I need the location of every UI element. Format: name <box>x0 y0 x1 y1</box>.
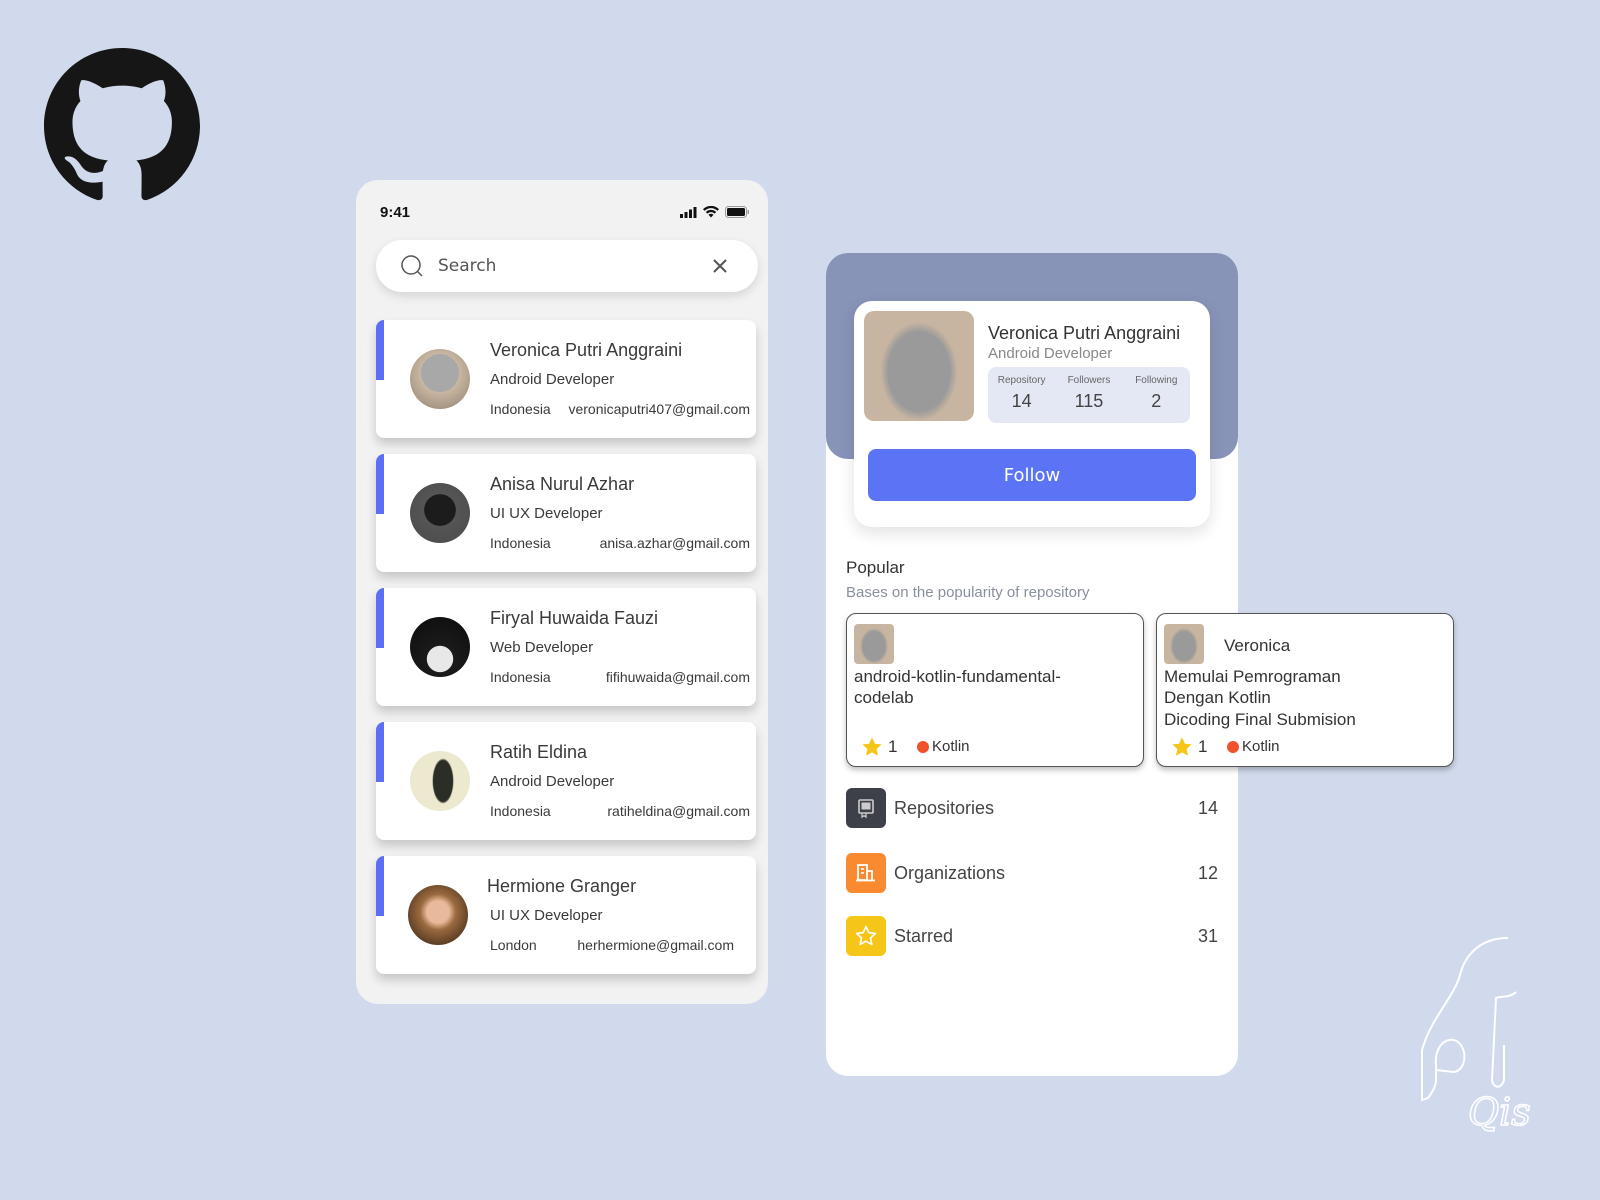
avatar <box>410 483 470 543</box>
user-list-item[interactable]: Hermione Granger UI UX Developer London … <box>376 856 756 974</box>
star-icon <box>862 737 882 756</box>
battery-icon <box>725 206 749 218</box>
stat-value: 14 <box>1011 391 1032 411</box>
menu-label: Repositories <box>894 798 995 818</box>
accent-bar <box>376 856 384 916</box>
repo-title: android-kotlin-fundamental-codelab <box>854 667 1061 707</box>
user-country: London <box>490 937 537 953</box>
signal-icon <box>680 206 697 218</box>
user-country: Indonesia <box>490 803 551 819</box>
stat-repository[interactable]: Repository 14 <box>988 367 1055 423</box>
popular-title: Popular <box>846 558 905 577</box>
language-dot-icon <box>917 740 929 753</box>
user-email: anisa.azhar@gmail.com <box>599 535 750 551</box>
stat-value: 2 <box>1151 391 1162 411</box>
search-bar <box>376 240 758 292</box>
avatar <box>410 751 470 811</box>
menu-label: Organizations <box>894 863 1006 883</box>
signature-logo-icon: Qis <box>1421 937 1532 1135</box>
user-role: Android Developer <box>490 371 615 388</box>
repo-card[interactable]: android-kotlin-fundamental-codelab 1 Kot… <box>846 613 1144 767</box>
user-country: Indonesia <box>490 401 551 417</box>
menu-item-repositories[interactable]: Repositories 14 <box>846 788 1218 828</box>
user-country: Indonesia <box>490 535 551 551</box>
user-name: Hermione Granger <box>487 876 637 896</box>
search-icon[interactable] <box>400 254 424 278</box>
stat-followers[interactable]: Followers 115 <box>1056 367 1123 423</box>
user-name: Firyal Huwaida Fauzi <box>490 608 659 628</box>
user-country: Indonesia <box>490 669 551 685</box>
popular-subtitle: Bases on the popularity of repository <box>846 584 1090 601</box>
star-icon <box>846 916 886 956</box>
follow-button[interactable]: Follow <box>868 449 1196 501</box>
repo-description: Dicoding Final Submision <box>1164 710 1356 729</box>
user-email: veronicaputri407@gmail.com <box>568 401 750 417</box>
language-label: Kotlin <box>932 738 970 755</box>
user-name: Anisa Nurul Azhar <box>490 474 635 494</box>
stat-label: Followers <box>1067 375 1111 386</box>
star-count: 1 <box>1198 737 1208 756</box>
user-list-item[interactable]: Veronica Putri Anggraini Android Develop… <box>376 320 756 438</box>
stats-box: Repository 14 Followers 115 Following 2 <box>988 367 1190 423</box>
menu-count: 14 <box>1197 798 1218 818</box>
user-email: fifihuwaida@gmail.com <box>605 669 750 685</box>
user-role: UI UX Developer <box>490 505 603 522</box>
close-icon[interactable] <box>710 256 730 276</box>
user-email: ratiheldina@gmail.com <box>607 803 750 819</box>
star-count: 1 <box>888 737 898 756</box>
profile-role: Android Developer <box>988 345 1113 362</box>
stat-label: Repository <box>997 375 1046 386</box>
profile-screen: Veronica Putri Anggraini Android Develop… <box>826 253 1454 1076</box>
repo-owner-avatar <box>1164 624 1204 664</box>
repo-card[interactable]: Veronica Memulai Pemrograman Dengan Kotl… <box>1156 613 1454 767</box>
profile-name: Veronica Putri Anggraini <box>988 323 1181 343</box>
github-logo-icon <box>44 48 200 201</box>
repo-stars: 1 <box>861 736 897 758</box>
user-list-item[interactable]: Ratih Eldina Android Developer Indonesia… <box>376 722 756 840</box>
user-email: herhermione@gmail.com <box>577 937 734 953</box>
repo-title: Memulai Pemrograman Dengan Kotlin <box>1164 667 1341 707</box>
stat-label: Following <box>1135 375 1178 386</box>
menu-item-organizations[interactable]: Organizations 12 <box>846 853 1218 893</box>
avatar <box>408 885 468 945</box>
menu-item-starred[interactable]: Starred 31 <box>846 916 1218 956</box>
repo-language: Kotlin <box>1227 738 1280 755</box>
accent-bar <box>376 454 384 514</box>
status-icons <box>680 206 750 218</box>
search-input[interactable] <box>438 240 698 292</box>
profile-photo <box>864 311 974 421</box>
status-time: 9:41 <box>380 204 411 221</box>
user-role: Android Developer <box>490 773 615 790</box>
organization-icon <box>846 853 886 893</box>
stat-value: 115 <box>1074 391 1104 411</box>
language-dot-icon <box>1227 740 1239 753</box>
search-screen: 9:41 Veronica Putri Anggraini Android De… <box>356 180 768 1004</box>
repo-owner: Veronica <box>1224 636 1291 655</box>
repository-icon <box>846 788 886 828</box>
accent-bar <box>376 588 384 648</box>
accent-bar <box>376 320 384 380</box>
signature-text: Qis <box>1468 1090 1531 1134</box>
language-label: Kotlin <box>1242 738 1280 755</box>
profile-card: Veronica Putri Anggraini Android Develop… <box>854 301 1210 527</box>
menu-count: 31 <box>1197 926 1218 946</box>
repo-stars: 1 <box>1171 736 1207 758</box>
user-list-item[interactable]: Firyal Huwaida Fauzi Web Developer Indon… <box>376 588 756 706</box>
avatar <box>410 349 470 409</box>
user-name: Ratih Eldina <box>490 742 588 762</box>
repo-language: Kotlin <box>917 738 970 755</box>
repo-owner-avatar <box>854 624 894 664</box>
user-role: UI UX Developer <box>490 907 603 924</box>
menu-count: 12 <box>1197 863 1218 883</box>
user-role: Web Developer <box>490 639 594 656</box>
avatar <box>410 617 470 677</box>
wifi-icon <box>703 206 719 218</box>
star-icon <box>1172 737 1192 756</box>
menu-label: Starred <box>894 926 954 946</box>
status-bar: 9:41 <box>356 180 768 240</box>
user-name: Veronica Putri Anggraini <box>490 340 683 360</box>
stat-following[interactable]: Following 2 <box>1123 367 1190 423</box>
user-list-item[interactable]: Anisa Nurul Azhar UI UX Developer Indone… <box>376 454 756 572</box>
accent-bar <box>376 722 384 782</box>
